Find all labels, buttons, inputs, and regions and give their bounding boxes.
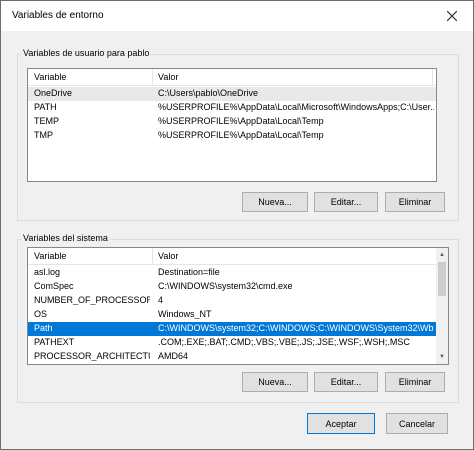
row-variable: PROCESSOR_ARCHITECTURE (34, 351, 150, 361)
column-separator[interactable] (152, 248, 153, 264)
user-variables-list[interactable]: Variable Valor OneDrive C:\Users\pablo\O… (27, 68, 437, 182)
column-separator[interactable] (432, 69, 433, 85)
row-variable: OneDrive (34, 88, 73, 98)
system-variables-label: Variables del sistema (21, 233, 110, 243)
environment-variables-dialog: Variables de entorno Variables de usuari… (0, 0, 474, 450)
table-row[interactable]: PATH %USERPROFILE%\AppData\Local\Microso… (28, 101, 436, 115)
user-new-button[interactable]: Nueva... (242, 192, 308, 212)
scroll-up-arrow-icon[interactable]: ▲ (436, 249, 448, 261)
row-variable: Path (34, 323, 53, 333)
list-header: Variable Valor (28, 248, 436, 265)
list-header: Variable Valor (28, 69, 436, 86)
row-variable: TEMP (34, 116, 60, 126)
vertical-scrollbar[interactable]: ▲ ▼ (436, 248, 448, 364)
scrollbar-thumb[interactable] (438, 262, 446, 296)
row-variable: NUMBER_OF_PROCESSORS (34, 295, 150, 305)
row-variable: ComSpec (34, 281, 74, 291)
table-row[interactable]: TMP %USERPROFILE%\AppData\Local\Temp (28, 129, 436, 143)
user-edit-button[interactable]: Editar... (314, 192, 378, 212)
table-row-selected[interactable]: Path C:\WINDOWS\system32;C:\WINDOWS;C:\W… (28, 322, 436, 336)
system-variables-list[interactable]: Variable Valor asl.log Destination=file … (27, 247, 449, 365)
table-row[interactable]: OS Windows_NT (28, 308, 436, 322)
system-delete-button[interactable]: Eliminar (385, 372, 445, 392)
row-variable: OS (34, 309, 48, 319)
table-row[interactable]: TEMP %USERPROFILE%\AppData\Local\Temp (28, 115, 436, 129)
row-value: %USERPROFILE%\AppData\Local\Microsoft\Wi… (158, 102, 434, 112)
close-icon (447, 11, 457, 21)
table-row[interactable]: PROCESSOR_ARCHITECTURE AMD64 (28, 350, 436, 364)
user-variables-label: Variables de usuario para pablo (21, 48, 152, 58)
accept-button[interactable]: Aceptar (307, 413, 375, 434)
table-row[interactable]: asl.log Destination=file (28, 266, 436, 280)
row-variable: asl.log (34, 267, 61, 277)
window-title: Variables de entorno (12, 10, 104, 21)
row-value: Windows_NT (158, 309, 212, 319)
system-edit-button[interactable]: Editar... (314, 372, 378, 392)
row-variable: TMP (34, 130, 53, 140)
row-value: 4 (158, 295, 164, 305)
row-variable: PATH (34, 102, 57, 112)
row-variable: PATHEXT (34, 337, 75, 347)
column-header-variable[interactable]: Variable (34, 251, 66, 261)
table-row[interactable]: PATHEXT .COM;.EXE;.BAT;.CMD;.VBS;.VBE;.J… (28, 336, 436, 350)
column-header-value[interactable]: Valor (158, 72, 178, 82)
row-value: .COM;.EXE;.BAT;.CMD;.VBS;.VBE;.JS;.JSE;.… (158, 337, 410, 347)
column-header-variable[interactable]: Variable (34, 72, 66, 82)
row-value: C:\WINDOWS\system32\cmd.exe (158, 281, 293, 291)
column-header-value[interactable]: Valor (158, 251, 178, 261)
title-bar[interactable]: Variables de entorno (1, 1, 473, 31)
scroll-down-arrow-icon[interactable]: ▼ (436, 351, 448, 363)
row-value: C:\WINDOWS\system32;C:\WINDOWS;C:\WINDOW… (158, 323, 434, 333)
row-value: %USERPROFILE%\AppData\Local\Temp (158, 130, 324, 140)
cancel-button[interactable]: Cancelar (386, 413, 448, 434)
row-value: %USERPROFILE%\AppData\Local\Temp (158, 116, 324, 126)
row-value: AMD64 (158, 351, 189, 361)
row-value: C:\Users\pablo\OneDrive (158, 88, 259, 98)
table-row[interactable]: OneDrive C:\Users\pablo\OneDrive (28, 87, 436, 101)
system-new-button[interactable]: Nueva... (242, 372, 308, 392)
row-value: Destination=file (158, 267, 220, 277)
table-row[interactable]: ComSpec C:\WINDOWS\system32\cmd.exe (28, 280, 436, 294)
column-separator[interactable] (152, 69, 153, 85)
table-row[interactable]: NUMBER_OF_PROCESSORS 4 (28, 294, 436, 308)
user-delete-button[interactable]: Eliminar (385, 192, 445, 212)
close-button[interactable] (439, 5, 465, 27)
